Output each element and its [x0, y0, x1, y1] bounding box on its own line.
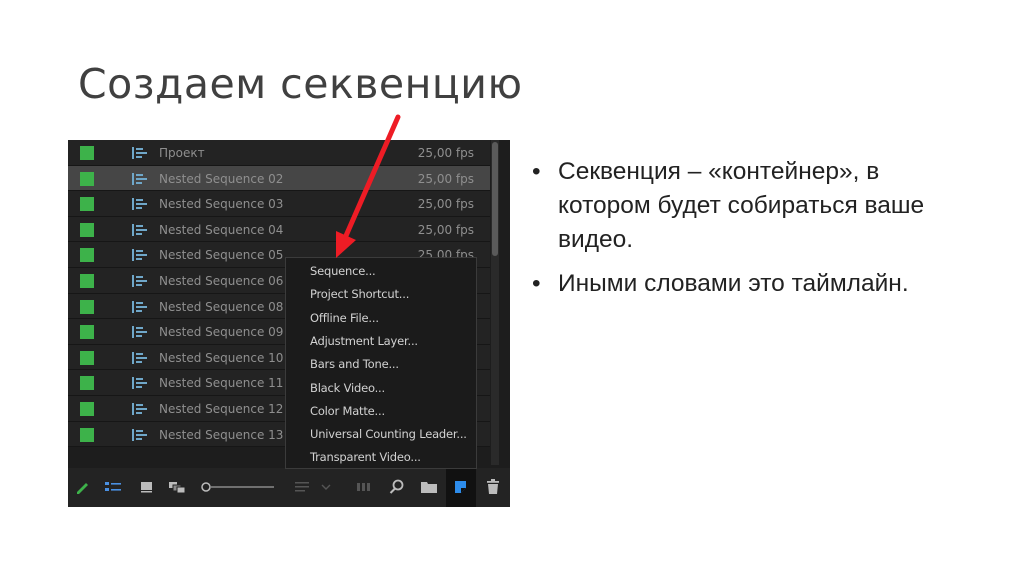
pencil-icon[interactable]: [74, 478, 92, 496]
label-color-swatch[interactable]: [80, 427, 94, 442]
menu-item[interactable]: Project Shortcut...: [310, 287, 409, 301]
sort-icon[interactable]: [294, 478, 312, 496]
bullet-item: • Иными словами это таймлайн.: [532, 270, 909, 297]
menu-item[interactable]: Black Video...: [310, 381, 385, 395]
item-name: Nested Sequence 11: [159, 376, 284, 391]
item-name: Nested Sequence 13: [159, 427, 284, 442]
icon-view-icon[interactable]: [138, 478, 156, 496]
sequence-icon: [132, 147, 147, 159]
label-color-swatch[interactable]: [80, 299, 94, 314]
menu-item[interactable]: Sequence...: [310, 264, 376, 278]
label-color-swatch[interactable]: [80, 376, 94, 391]
label-color-swatch[interactable]: [80, 401, 94, 416]
item-frame-rate: 25,00 fps: [417, 197, 474, 212]
menu-item[interactable]: Transparent Video...: [310, 450, 421, 464]
freeform-view-icon[interactable]: [168, 478, 186, 496]
label-color-swatch[interactable]: [80, 325, 94, 340]
sequence-icon: [132, 172, 147, 185]
item-name: Nested Sequence 03: [159, 197, 284, 212]
bullet-text: Секвенция – «контейнер», в котором будет…: [558, 158, 925, 253]
label-color-swatch[interactable]: [80, 171, 94, 186]
new-item-icon: [455, 481, 466, 493]
menu-item[interactable]: Bars and Tone...: [310, 357, 399, 371]
project-panel: Проект 25,00 fps Nested Sequence 02 25,00 f…: [68, 140, 510, 507]
menu-item[interactable]: Universal Counting Leader...: [310, 427, 467, 441]
menu-item[interactable]: Adjustment Layer...: [310, 334, 418, 348]
chevron-down-icon[interactable]: [318, 478, 336, 496]
bullet-text: Иными словами это таймлайн.: [558, 270, 909, 297]
item-name: Nested Sequence 08: [159, 299, 284, 314]
scrollbar-thumb[interactable]: [492, 142, 498, 256]
item-frame-rate: 25,00 fps: [417, 171, 474, 186]
bullet-list: • Секвенция – «контейнер», в котором буде…: [530, 155, 970, 311]
sequence-icon: [132, 428, 147, 441]
panel-toolbar: [68, 468, 510, 507]
list-item[interactable]: Проект 25,00 fps: [68, 140, 490, 166]
sequence-icon: [132, 223, 147, 236]
label-color-swatch[interactable]: [80, 248, 94, 263]
new-item-menu: Sequence... Project Shortcut... Offline Fi…: [285, 257, 477, 469]
list-view-icon[interactable]: [104, 478, 122, 496]
label-color-swatch[interactable]: [80, 197, 94, 212]
menu-item[interactable]: Color Matte...: [310, 404, 385, 418]
automate-icon[interactable]: [356, 478, 374, 496]
sequence-icon: [132, 377, 147, 390]
new-bin-icon[interactable]: [420, 478, 438, 496]
sequence-icon: [132, 402, 147, 415]
list-item[interactable]: Nested Sequence 04 25,00 fps: [68, 216, 490, 243]
label-color-swatch[interactable]: [80, 273, 94, 288]
item-name: Nested Sequence 02: [159, 171, 284, 186]
item-frame-rate: 25,00 fps: [417, 222, 474, 237]
menu-item[interactable]: Offline File...: [310, 311, 379, 325]
list-item[interactable]: Nested Sequence 03 25,00 fps: [68, 191, 490, 217]
list-item[interactable]: Nested Sequence 02 25,00 fps: [68, 165, 490, 192]
item-name: Проект: [159, 146, 205, 160]
trash-icon[interactable]: [484, 478, 502, 496]
sequence-icon: [132, 274, 147, 287]
item-name: Nested Sequence 10: [159, 350, 284, 365]
sequence-icon: [132, 300, 147, 313]
slide-title: Создаем секвенцию: [78, 60, 523, 108]
sequence-icon: [132, 249, 147, 262]
sequence-icon: [132, 351, 147, 364]
item-name: Nested Sequence 05: [159, 248, 284, 263]
item-name: Nested Sequence 09: [159, 325, 284, 340]
item-frame-rate: 25,00 fps: [417, 146, 474, 160]
label-color-swatch[interactable]: [80, 350, 94, 365]
bullet-item: • Секвенция – «контейнер», в котором буде…: [532, 158, 925, 253]
search-icon[interactable]: [388, 478, 406, 496]
label-color-swatch[interactable]: [80, 146, 94, 160]
new-item-button[interactable]: [446, 468, 476, 507]
sequence-icon: [132, 198, 147, 211]
item-name: Nested Sequence 06: [159, 273, 284, 288]
zoom-slider[interactable]: [200, 479, 276, 495]
label-color-swatch[interactable]: [80, 222, 94, 237]
sequence-icon: [132, 326, 147, 339]
item-name: Nested Sequence 04: [159, 222, 284, 237]
item-name: Nested Sequence 12: [159, 401, 284, 416]
